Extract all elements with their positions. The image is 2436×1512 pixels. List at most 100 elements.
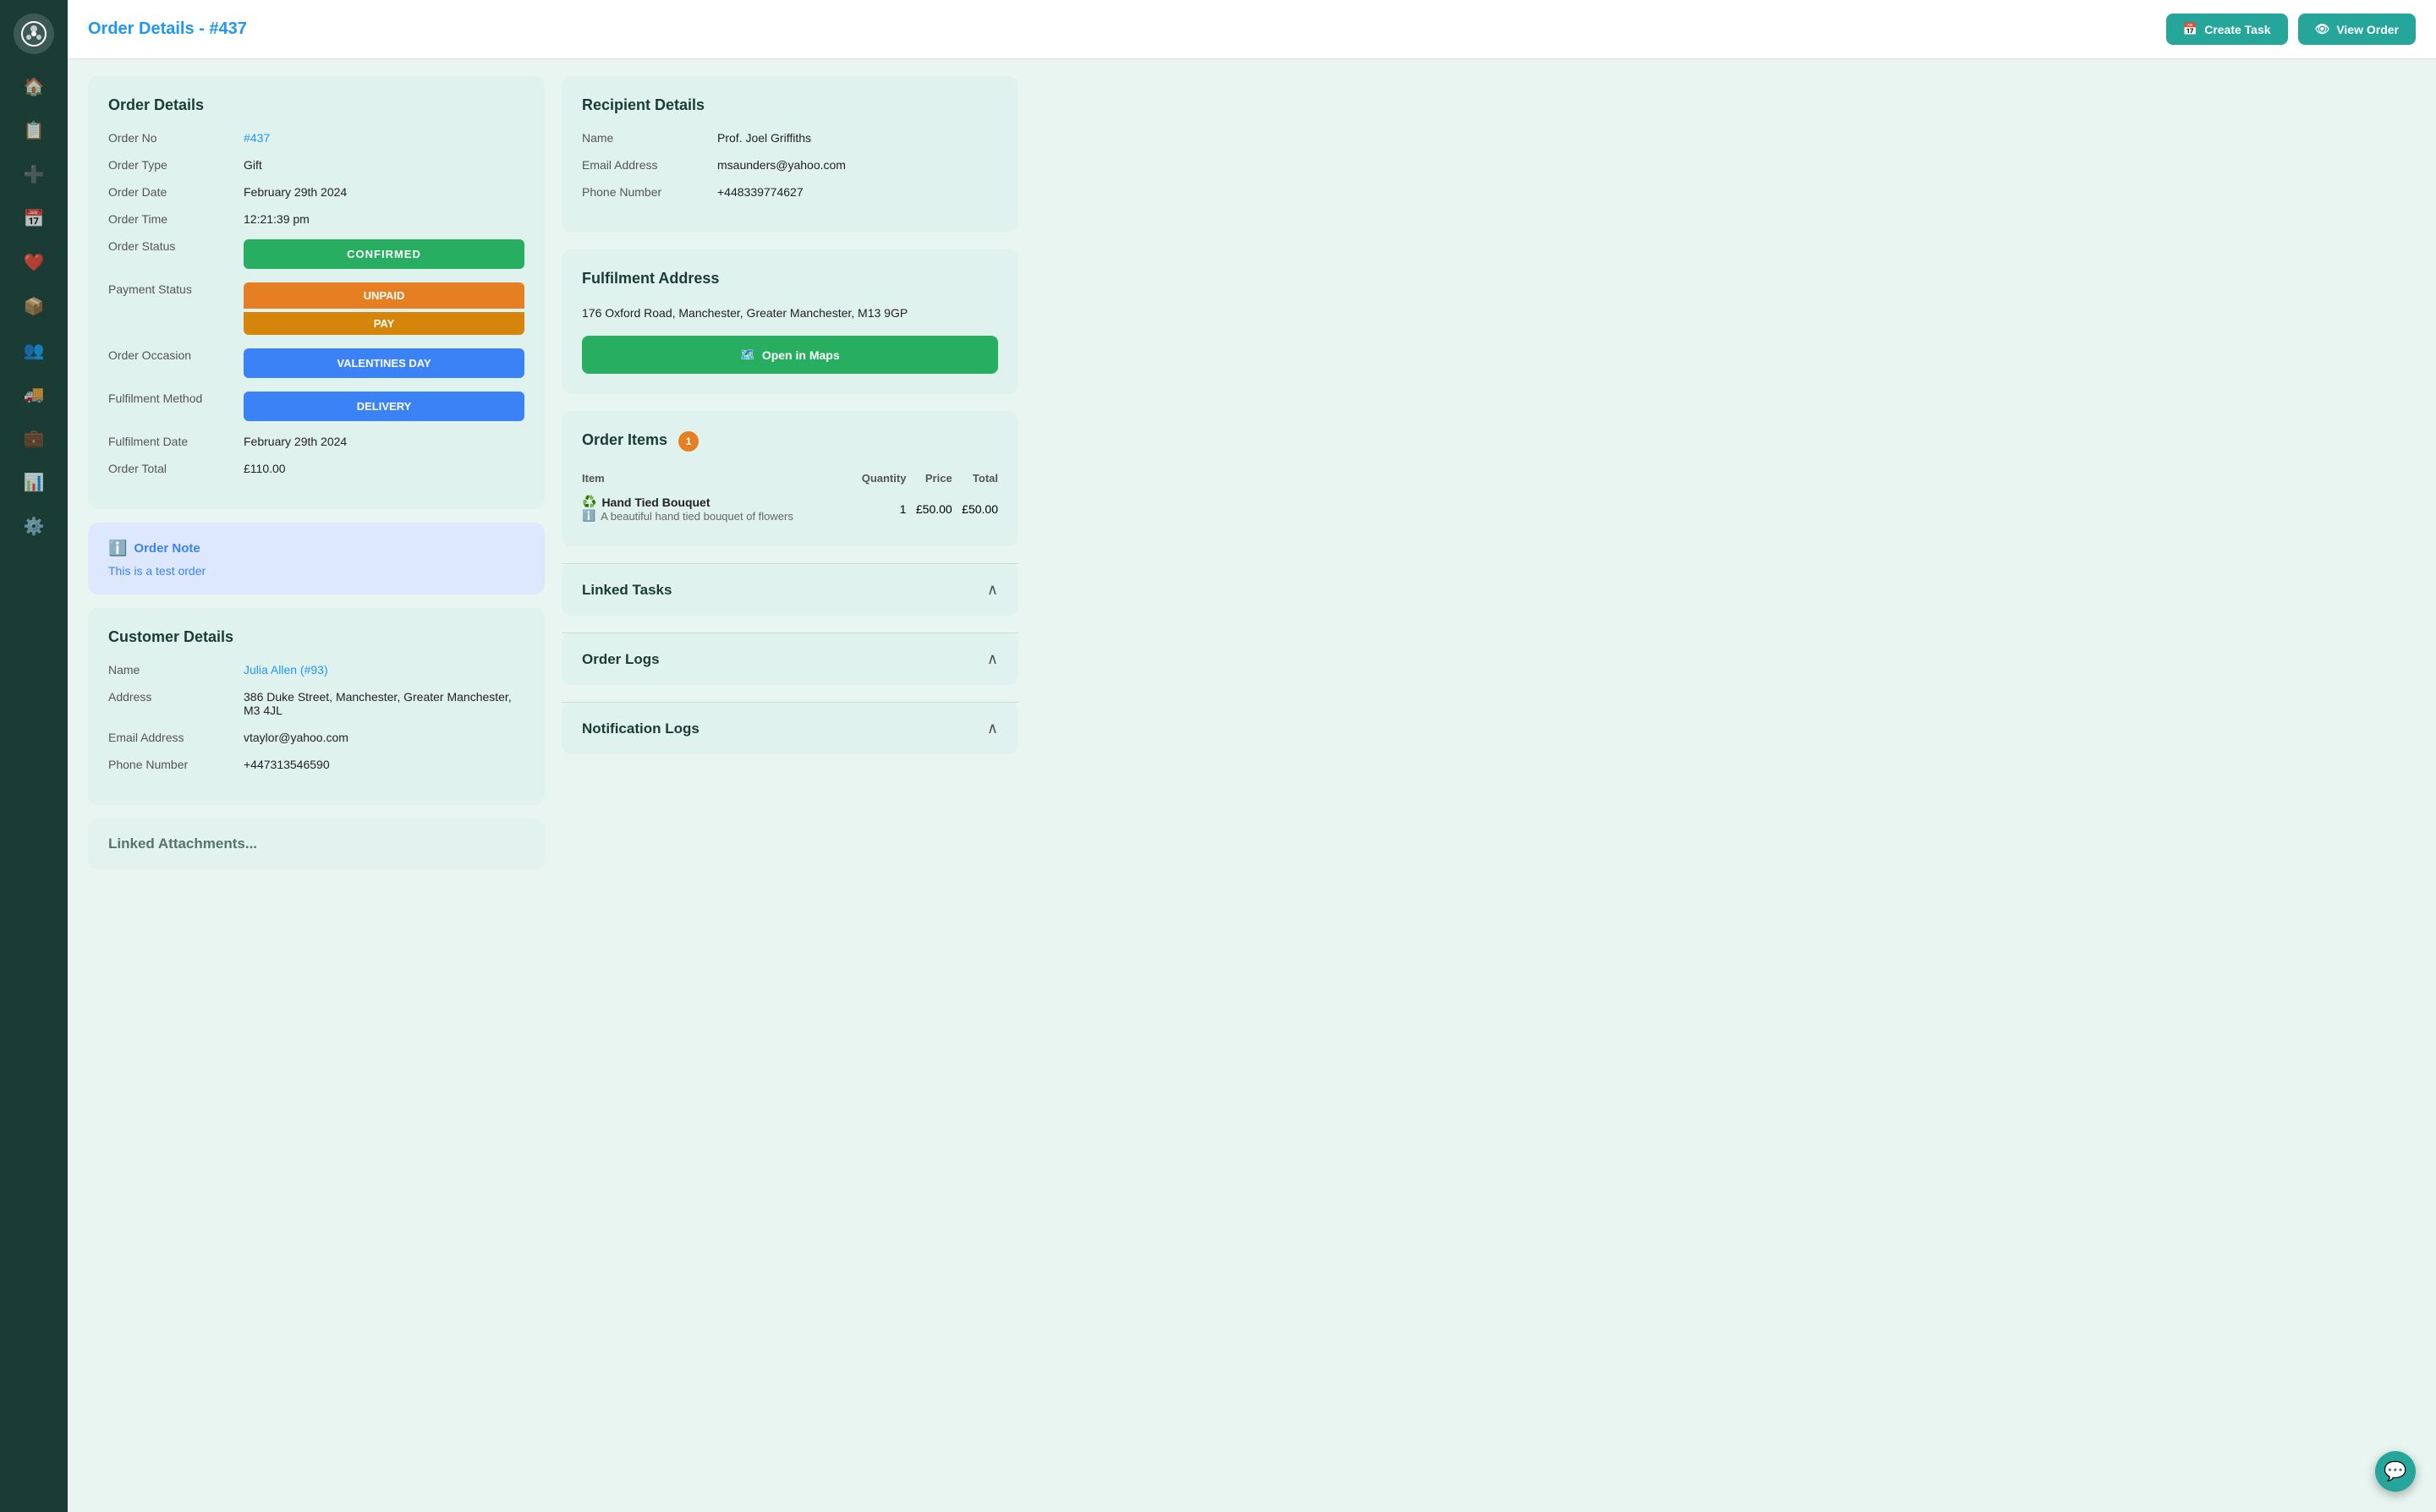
payment-status-badge: UNPAID PAY: [244, 282, 524, 335]
order-logs-title: Order Logs: [582, 651, 660, 668]
sidebar-item-customers[interactable]: 👥: [15, 331, 52, 369]
fulfilment-address-card: Fulfilment Address 176 Oxford Road, Manc…: [562, 249, 1018, 394]
item-total-0: £50.00: [952, 491, 998, 526]
recipient-details-title: Recipient Details: [582, 96, 998, 114]
delivery-badge[interactable]: DELIVERY: [244, 392, 524, 421]
order-note-card: ℹ️ Order Note This is a test order: [88, 523, 545, 594]
customer-address-row: Address 386 Duke Street, Manchester, Gre…: [108, 690, 524, 717]
eye-icon-btn: 👁: [2315, 22, 2330, 36]
modal-header: Order Details - #437 📅 Create Task 👁 Vie…: [68, 0, 2436, 59]
sidebar-item-add[interactable]: ➕: [15, 156, 52, 193]
order-details-card: Order Details Order No #437 Order Type G…: [88, 76, 545, 509]
view-order-button[interactable]: 👁 View Order: [2298, 14, 2416, 45]
linked-attachments-hint: Linked Attachments...: [88, 819, 545, 869]
order-items-count: 1: [678, 431, 699, 452]
order-total-value: £110.00: [244, 462, 524, 475]
chevron-up-icon: ∧: [987, 581, 998, 599]
order-logs-section[interactable]: Order Logs ∧: [562, 633, 1018, 685]
modal-title: Order Details - #437: [88, 19, 247, 39]
customer-phone-row: Phone Number +447313546590: [108, 758, 524, 771]
order-time-row: Order Time 12:21:39 pm: [108, 212, 524, 226]
notification-logs-section[interactable]: Notification Logs ∧: [562, 702, 1018, 754]
recipient-details-card: Recipient Details Name Prof. Joel Griffi…: [562, 76, 1018, 233]
sidebar-item-inventory[interactable]: 📦: [15, 288, 52, 325]
recipient-email-row: Email Address msaunders@yahoo.com: [582, 158, 998, 172]
right-column: Recipient Details Name Prof. Joel Griffi…: [562, 76, 1018, 869]
order-logs-card: Order Logs ∧: [562, 633, 1018, 685]
order-number: #437: [209, 19, 247, 38]
sidebar-item-favorites[interactable]: ❤️: [15, 244, 52, 281]
modal-grid: Order Details Order No #437 Order Type G…: [88, 76, 1018, 869]
modal-overlay: Order Details - #437 📅 Create Task 👁 Vie…: [68, 0, 2436, 1512]
recipient-name-row: Name Prof. Joel Griffiths: [582, 131, 998, 145]
customer-email-row: Email Address vtaylor@yahoo.com: [108, 731, 524, 744]
order-type-value: Gift: [244, 158, 524, 172]
fulfilment-address-title: Fulfilment Address: [582, 270, 998, 288]
linked-tasks-section[interactable]: Linked Tasks ∧: [562, 563, 1018, 616]
order-no-row: Order No #437: [108, 131, 524, 145]
notification-logs-card: Notification Logs ∧: [562, 702, 1018, 754]
chat-fab[interactable]: 💬: [2375, 1451, 2416, 1492]
order-total-row: Order Total £110.00: [108, 462, 524, 475]
map-icon: 🗺️: [740, 348, 754, 362]
app-logo[interactable]: [14, 14, 54, 54]
sidebar-item-briefcase[interactable]: 💼: [15, 419, 52, 457]
item-desc-0: ℹ️ A beautiful hand tied bouquet of flow…: [582, 509, 850, 523]
order-status-row: Order Status CONFIRMED: [108, 239, 524, 269]
linked-tasks-title: Linked Tasks: [582, 582, 672, 599]
info-icon: ℹ️: [108, 540, 127, 557]
calendar-icon: 📅: [2183, 22, 2197, 36]
chevron-up-icon-notif: ∧: [987, 720, 998, 737]
order-details-title: Order Details: [108, 96, 524, 114]
sidebar-item-settings[interactable]: ⚙️: [15, 507, 52, 545]
sidebar-item-delivery[interactable]: 🚚: [15, 375, 52, 413]
sidebar-item-calendar[interactable]: 📅: [15, 200, 52, 237]
sidebar-item-analytics[interactable]: 📊: [15, 463, 52, 501]
recycle-icon: ♻️: [582, 495, 596, 509]
left-column: Order Details Order No #437 Order Type G…: [88, 76, 545, 869]
order-no-value[interactable]: #437: [244, 131, 270, 145]
create-task-button[interactable]: 📅 Create Task: [2166, 14, 2288, 45]
order-items-table: Item Quantity Price Total: [582, 468, 998, 526]
info-circle-icon: ℹ️: [582, 509, 595, 523]
modal-header-actions: 📅 Create Task 👁 View Order: [2166, 14, 2416, 45]
sidebar-item-orders[interactable]: 📋: [15, 112, 52, 149]
recipient-phone-value: +448339774627: [717, 185, 998, 199]
order-item-row-0: ♻️ Hand Tied Bouquet ℹ️ A beautiful hand…: [582, 491, 998, 526]
linked-tasks-card: Linked Tasks ∧: [562, 563, 1018, 616]
chevron-up-icon-logs: ∧: [987, 650, 998, 668]
item-qty-0: 1: [850, 491, 907, 526]
recipient-email-value: msaunders@yahoo.com: [717, 158, 998, 172]
fulfilment-address-text: 176 Oxford Road, Manchester, Greater Man…: [582, 304, 998, 322]
fulfilment-date-value: February 29th 2024: [244, 435, 524, 448]
recipient-name-value: Prof. Joel Griffiths: [717, 131, 998, 145]
order-items-card: Order Items 1 Item Quantity Price Total: [562, 411, 1018, 546]
order-note-title: ℹ️ Order Note: [108, 540, 524, 557]
payment-unpaid-label: UNPAID: [244, 282, 524, 309]
customer-details-title: Customer Details: [108, 628, 524, 646]
customer-details-card: Customer Details Name Julia Allen (#93) …: [88, 608, 545, 805]
recipient-phone-row: Phone Number +448339774627: [582, 185, 998, 199]
modal-body: Order Details Order No #437 Order Type G…: [68, 59, 2436, 1512]
customer-phone-value: +447313546590: [244, 758, 524, 771]
item-price-0: £50.00: [906, 491, 952, 526]
order-date-row: Order Date February 29th 2024: [108, 185, 524, 199]
fulfilment-method-row: Fulfilment Method DELIVERY: [108, 392, 524, 421]
occasion-row: Order Occasion VALENTINES DAY: [108, 348, 524, 378]
chat-icon: 💬: [2384, 1460, 2406, 1482]
main-area: Welcome F... 👁 Florist ▼ Unfulfi... Over…: [68, 0, 2436, 1512]
sidebar-item-home[interactable]: 🏠: [15, 68, 52, 105]
notification-logs-title: Notification Logs: [582, 720, 700, 737]
payment-pay-button[interactable]: PAY: [244, 312, 524, 335]
order-type-row: Order Type Gift: [108, 158, 524, 172]
sidebar: 🏠 📋 ➕ 📅 ❤️ 📦 👥 🚚 💼 📊 ⚙️: [0, 0, 68, 1512]
customer-address-value: 386 Duke Street, Manchester, Greater Man…: [244, 690, 524, 717]
occasion-badge[interactable]: VALENTINES DAY: [244, 348, 524, 378]
order-items-title: Order Items 1: [582, 431, 998, 452]
customer-name-value[interactable]: Julia Allen (#93): [244, 663, 328, 677]
customer-name-row: Name Julia Allen (#93): [108, 663, 524, 677]
payment-status-row: Payment Status UNPAID PAY: [108, 282, 524, 335]
order-status-badge[interactable]: CONFIRMED: [244, 239, 524, 269]
item-name-0: ♻️ Hand Tied Bouquet: [582, 495, 850, 509]
open-maps-button[interactable]: 🗺️ Open in Maps: [582, 336, 998, 374]
